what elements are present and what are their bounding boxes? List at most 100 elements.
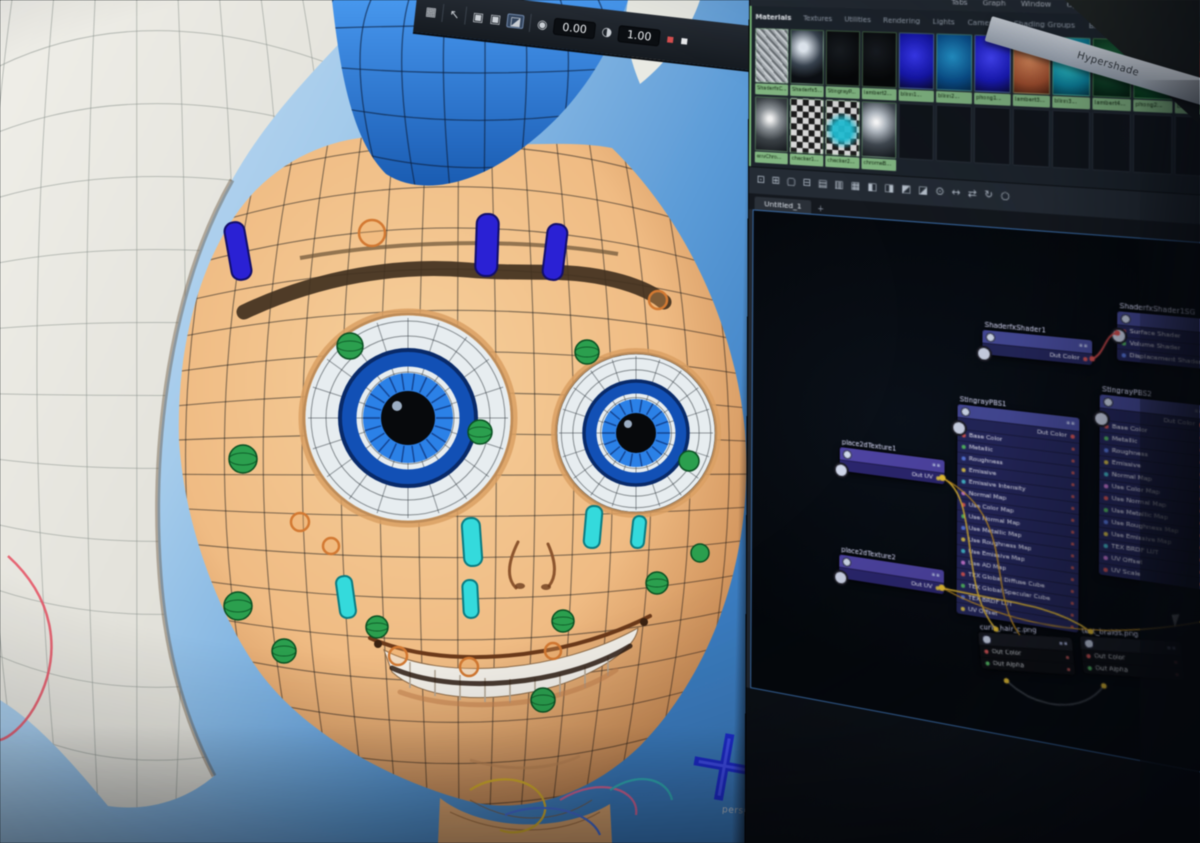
blue-swatch-thumb[interactable] (899, 32, 935, 90)
env-swatch-thumb[interactable] (755, 96, 788, 152)
swatch-small-icon[interactable]: ◪ (918, 186, 928, 197)
material-swatch[interactable] (1174, 116, 1200, 191)
input-port-dot[interactable] (1086, 654, 1091, 659)
black-swatch-thumb[interactable] (862, 31, 897, 88)
input-port-dot[interactable] (961, 514, 965, 519)
material-swatch[interactable]: checker1... (790, 98, 824, 167)
red-flag-icon[interactable]: ▪ (666, 32, 675, 45)
node-header-buttons[interactable]: ▪▪ (1066, 420, 1076, 428)
input-port-dot[interactable] (1104, 520, 1109, 525)
input-port-dot[interactable] (961, 479, 965, 484)
empty-swatch-thumb[interactable] (974, 106, 1011, 165)
graph-output-icon[interactable]: ⊞ (771, 177, 779, 188)
menu-tabs[interactable]: Tabs (951, 0, 967, 7)
arrange-icon[interactable]: ↔ (951, 188, 960, 199)
teal-swatch-thumb[interactable] (936, 33, 972, 91)
empty-swatch-thumb[interactable] (1092, 112, 1131, 173)
node-header-buttons[interactable]: ▪▪ (1059, 640, 1069, 647)
material-swatch[interactable] (1092, 112, 1131, 186)
tab-materials[interactable]: Materials (755, 13, 791, 22)
input-port-dot[interactable] (961, 549, 965, 554)
node-header-buttons[interactable]: ▪▪ (932, 462, 941, 469)
input-port-dot[interactable] (1104, 484, 1109, 489)
input-port-dot[interactable] (1104, 448, 1109, 453)
input-port-dot[interactable] (1104, 436, 1109, 441)
material-swatch[interactable] (974, 106, 1011, 178)
material-swatch[interactable] (898, 103, 934, 174)
paste-icon[interactable]: ▣ (489, 12, 502, 25)
clear-graph-icon[interactable]: ▢ (786, 178, 795, 189)
input-port-dot[interactable] (1104, 532, 1109, 537)
material-swatch[interactable]: envChro... (755, 96, 788, 164)
empty-swatch-thumb[interactable] (936, 105, 972, 164)
white-flag-icon[interactable]: ▪ (680, 34, 689, 47)
tab-utilities[interactable]: Utilities (844, 15, 871, 24)
material-swatch[interactable]: Shaderfx5... (790, 29, 824, 97)
node-header-buttons[interactable]: ▪▪ (1194, 408, 1200, 416)
input-port-dot[interactable] (1104, 460, 1109, 465)
empty-swatch-thumb[interactable] (1133, 114, 1173, 175)
node-header-buttons[interactable]: ▪▪ (932, 572, 941, 580)
empty-swatch-thumb[interactable] (1052, 110, 1090, 170)
material-swatch[interactable]: blinn1... (899, 32, 935, 102)
swatch-large-icon[interactable]: ◩ (901, 185, 911, 196)
output-port-dot[interactable] (1070, 434, 1074, 439)
node-place2dtexture1[interactable]: place2dTexture1▪▪Out UV (840, 447, 945, 484)
node-stingraypbs2[interactable]: StingrayPBS2▪▪Out ColorBase ColorMetalli… (1099, 394, 1200, 590)
input-port-dot[interactable] (961, 607, 965, 612)
node-shaderfxshader1sg[interactable]: ShaderfxShader1SG▪▪Surface ShaderVolume … (1117, 311, 1200, 371)
duplicate-icon[interactable]: ◪ (506, 13, 525, 29)
select-cursor-icon[interactable]: ↖ (449, 8, 460, 21)
layout-vertical-icon[interactable]: ◨ (884, 184, 894, 195)
construction-history-icon[interactable]: ◉ (536, 18, 548, 31)
input-port-dot[interactable] (961, 491, 965, 496)
material-swatch[interactable]: StingrayP... (826, 30, 860, 99)
chrome-swatch-thumb[interactable] (862, 101, 897, 159)
graph-input-icon[interactable]: ⊡ (757, 176, 765, 187)
input-port-dot[interactable] (984, 649, 989, 654)
input-port-dot[interactable] (961, 526, 965, 531)
input-port-dot[interactable] (961, 537, 965, 542)
checker-swatch-thumb[interactable] (790, 98, 824, 155)
node-stingraypbs1[interactable]: StingrayPBS1▪▪Out ColorBase ColorMetalli… (956, 404, 1079, 633)
material-swatch[interactable]: checker2... (825, 99, 859, 168)
tab-textures[interactable]: Textures (803, 14, 832, 23)
add-node-icon[interactable]: ⊟ (803, 179, 811, 190)
node-curls-hair-c-png[interactable]: curls_hair_c.png▪▪Out ColorOut Alpha (978, 632, 1075, 675)
node-test-braids-png[interactable]: test_braids.png▪▪Out ColorOut Alpha (1080, 636, 1184, 680)
material-swatch[interactable] (1133, 114, 1173, 189)
node-view-connected-icon[interactable]: ▥ (834, 181, 844, 192)
tab-lights[interactable]: Lights (933, 18, 955, 27)
material-swatch[interactable]: ShaderfxC... (755, 28, 788, 96)
material-swatch[interactable]: blinn2... (936, 33, 972, 104)
input-port-dot[interactable] (1104, 508, 1109, 513)
noise-swatch-thumb[interactable] (755, 28, 788, 84)
layout-horizontal-icon[interactable]: ◧ (867, 183, 877, 194)
pin-selection-icon[interactable]: ⊙ (935, 187, 944, 198)
checkercyan-swatch-thumb[interactable] (825, 99, 859, 156)
node-main-port[interactable] (976, 345, 992, 362)
snap-grid-icon[interactable]: ▦ (425, 5, 438, 18)
material-swatch[interactable] (1012, 108, 1050, 181)
empty-swatch-thumb[interactable] (1174, 116, 1200, 178)
node-shaderfxshader1[interactable]: ShaderfxShader1▪▪Out Color (982, 330, 1092, 365)
input-port-dot[interactable] (962, 445, 966, 450)
material-swatch[interactable]: lambert2... (862, 31, 897, 100)
input-port-dot[interactable] (961, 502, 965, 507)
input-port-dot[interactable] (961, 560, 965, 565)
output-port-dot[interactable] (1083, 357, 1088, 362)
input-port-dot[interactable] (961, 595, 965, 600)
input-port-dot[interactable] (1103, 567, 1108, 572)
input-port-dot[interactable] (1103, 543, 1108, 548)
node-header-buttons[interactable]: ▪▪ (1079, 342, 1089, 349)
input-port-dot[interactable] (1104, 496, 1109, 501)
cycle-arrangement-icon[interactable]: ⇄ (968, 189, 977, 200)
node-place2dtexture2[interactable]: place2dTexture2▪▪Out UV (839, 554, 944, 594)
input-port-dot[interactable] (961, 572, 965, 577)
input-port-dot[interactable] (1122, 353, 1127, 358)
refresh-swatch-icon[interactable]: ↻ (984, 190, 993, 201)
menu-window[interactable]: Window (1021, 0, 1051, 9)
add-tab-button[interactable]: + (817, 204, 824, 215)
max-value-field[interactable]: 1.00 (617, 24, 661, 46)
output-port-dot[interactable] (936, 586, 940, 591)
